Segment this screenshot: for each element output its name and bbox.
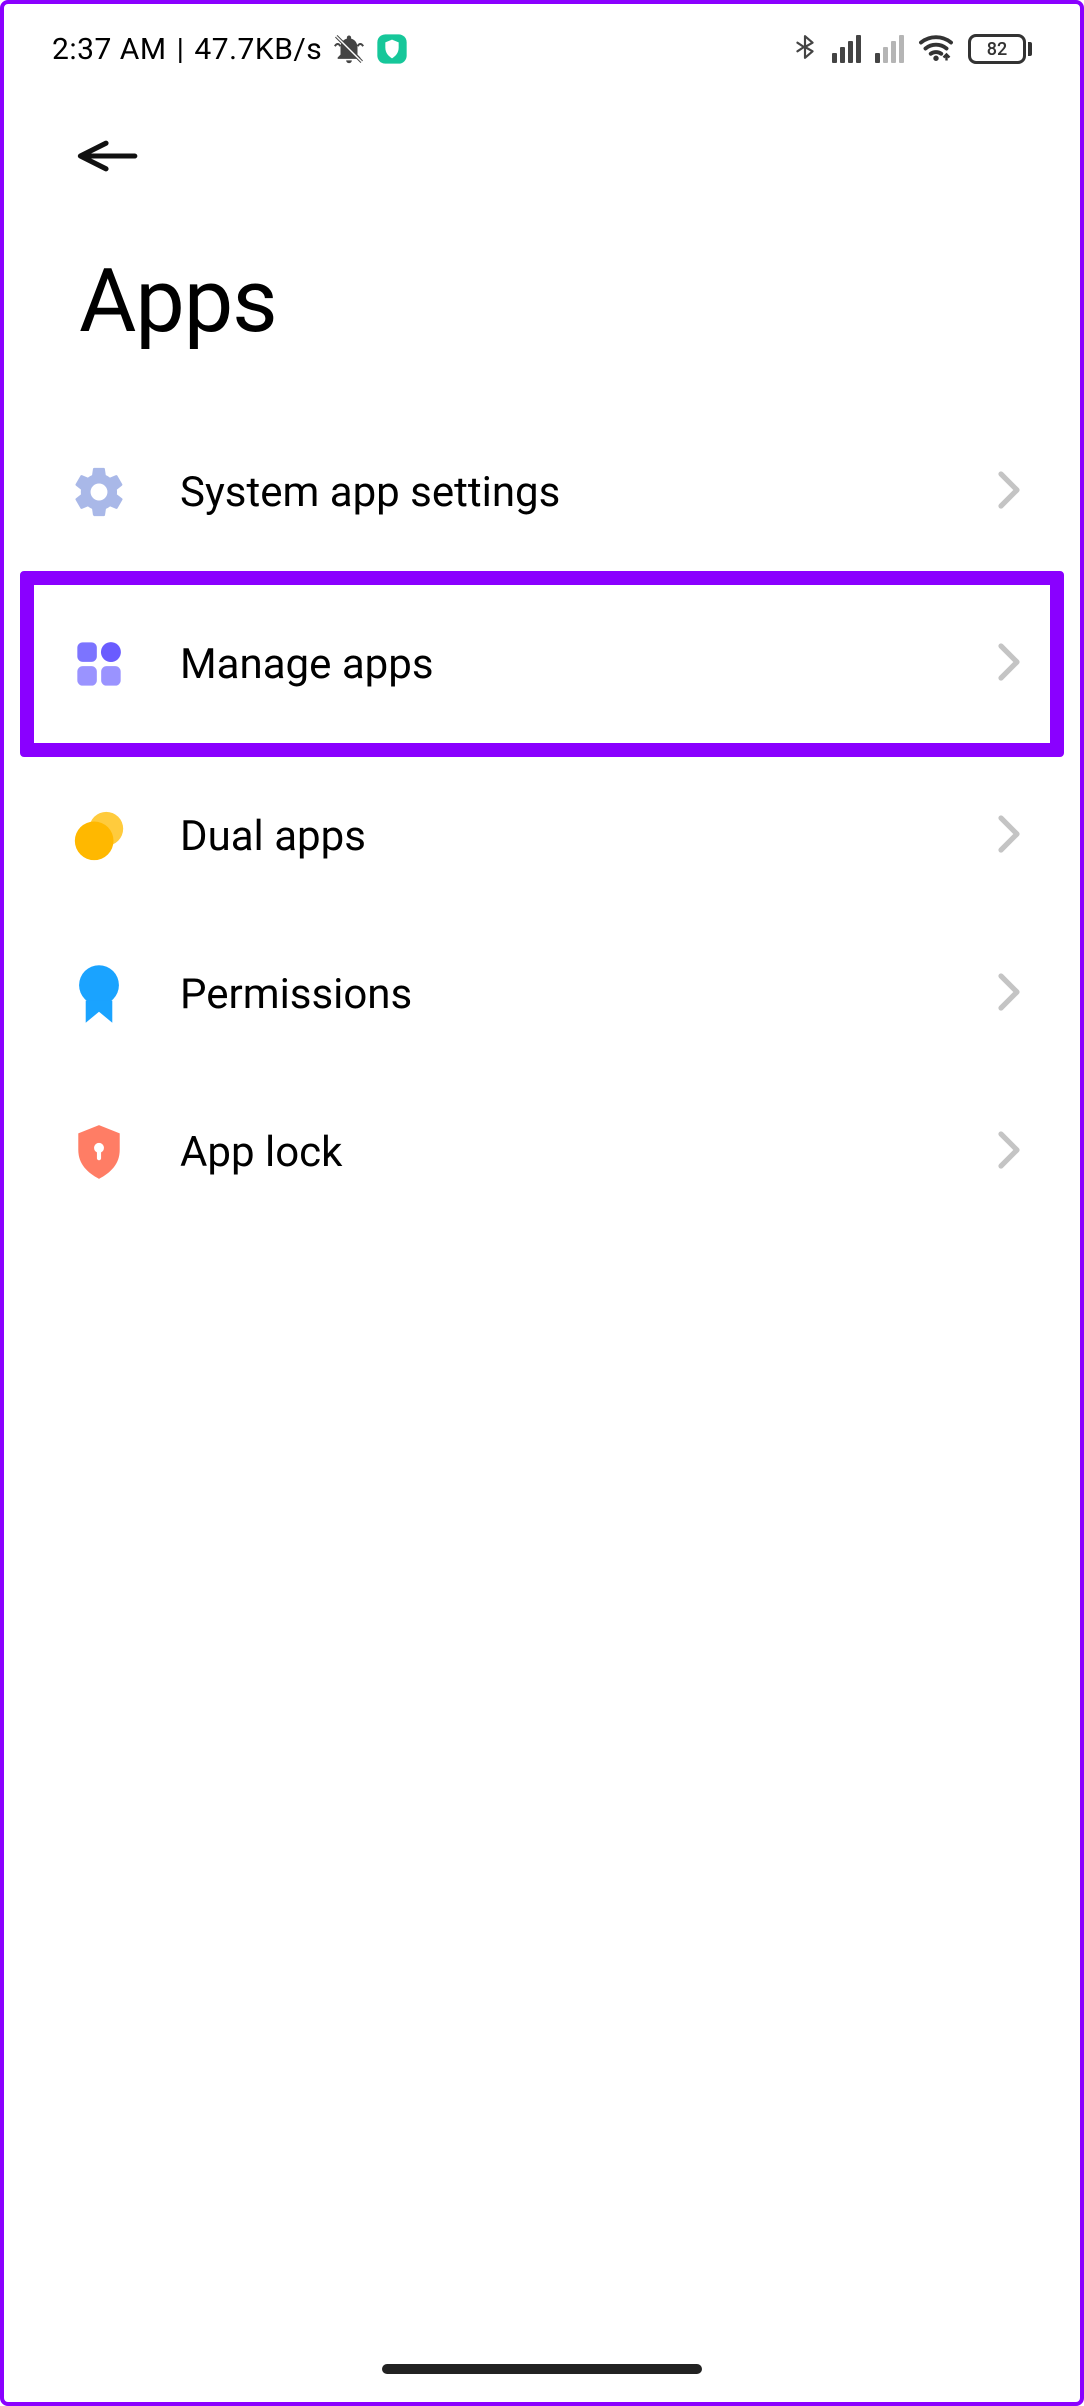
battery-icon: 82 (968, 34, 1032, 64)
signal-icon-2 (875, 35, 904, 63)
status-left: 2:37 AM | 47.7KB/s (52, 32, 408, 67)
status-sep: | (177, 32, 185, 67)
apps-grid-icon (64, 629, 134, 699)
status-right: 82 (792, 30, 1032, 68)
status-bar: 2:37 AM | 47.7KB/s (4, 4, 1080, 82)
back-button[interactable] (74, 132, 1010, 180)
settings-list: System app settings Manage apps (4, 413, 1080, 1231)
battery-level: 82 (968, 34, 1026, 64)
bluetooth-icon (792, 30, 818, 68)
row-permissions[interactable]: Permissions (34, 915, 1050, 1073)
row-dual-apps[interactable]: Dual apps (34, 757, 1050, 915)
chevron-right-icon (996, 814, 1022, 858)
chevron-right-icon (996, 1130, 1022, 1174)
shield-lock-icon (64, 1117, 134, 1187)
ribbon-badge-icon (64, 959, 134, 1029)
home-indicator[interactable] (382, 2364, 702, 2374)
chevron-right-icon (996, 470, 1022, 514)
gear-icon (64, 457, 134, 527)
signal-icon-1 (832, 35, 861, 63)
row-system-app-settings[interactable]: System app settings (34, 413, 1050, 571)
wifi-icon (918, 32, 954, 66)
chevron-right-icon (996, 972, 1022, 1016)
highlight-manage-apps: Manage apps (20, 571, 1064, 757)
row-label: Dual apps (180, 812, 950, 861)
dnd-icon (332, 32, 366, 66)
chevron-right-icon (996, 642, 1022, 686)
security-app-icon (376, 33, 408, 65)
row-label: Permissions (180, 970, 950, 1019)
dual-circles-icon (64, 801, 134, 871)
row-app-lock[interactable]: App lock (34, 1073, 1050, 1231)
row-label: App lock (180, 1128, 950, 1177)
page-title: Apps (4, 200, 1080, 413)
status-time: 2:37 AM (52, 32, 167, 67)
screen-frame: 2:37 AM | 47.7KB/s (0, 0, 1084, 2406)
row-manage-apps[interactable]: Manage apps (34, 585, 1050, 743)
row-label: Manage apps (180, 640, 950, 689)
row-label: System app settings (180, 468, 950, 517)
status-speed: 47.7KB/s (194, 32, 322, 67)
